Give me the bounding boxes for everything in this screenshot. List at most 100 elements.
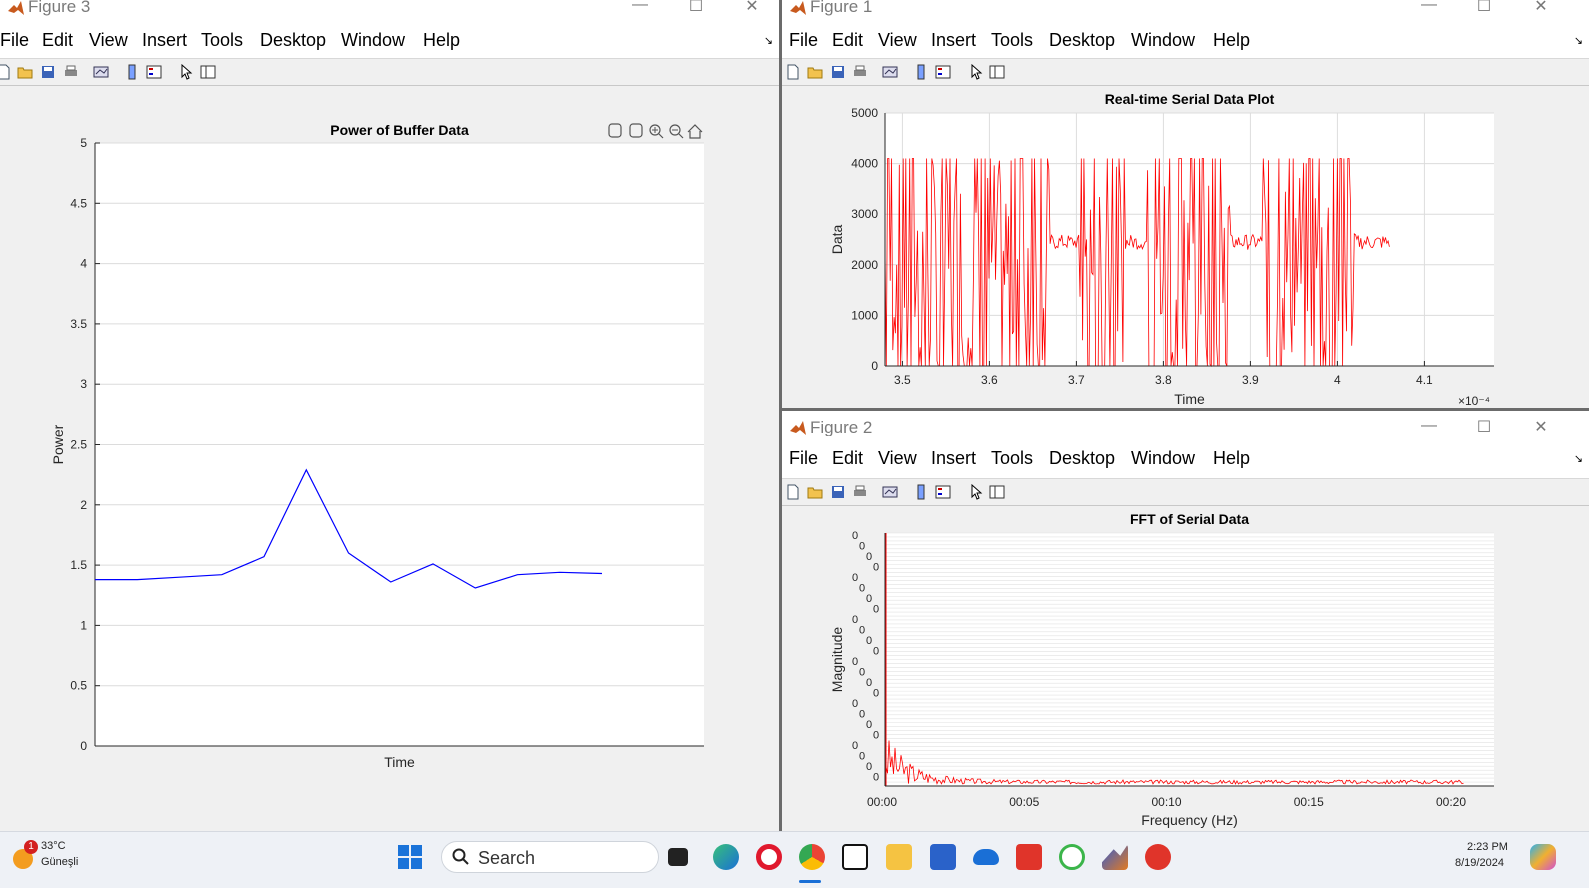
task-view-icon[interactable] bbox=[668, 848, 688, 866]
y-tick-label: 0 bbox=[866, 551, 872, 563]
menu-window[interactable]: Window bbox=[1131, 448, 1195, 469]
weather-widget[interactable]: 1 33°C Güneşli bbox=[10, 840, 100, 880]
power-chart[interactable]: 0 0.5 1 1.5 2 2.5 3 3.5 4 4.5 5 Power of Buffer Dat… bbox=[0, 86, 779, 831]
legend-icon[interactable] bbox=[935, 64, 951, 80]
fft-chart[interactable]: 00000000000000000000000000:00 00:05 00:10 0… bbox=[782, 506, 1589, 831]
figure3-titlebar[interactable]: Figure 3 — ☐ ✕ bbox=[0, 0, 779, 18]
menu-help[interactable]: Help bbox=[1213, 30, 1250, 51]
menu-view[interactable]: View bbox=[878, 448, 917, 469]
pan-icon[interactable] bbox=[629, 123, 643, 138]
menu-view[interactable]: View bbox=[89, 30, 128, 51]
pointer-icon[interactable] bbox=[178, 64, 194, 80]
property-editor-icon[interactable] bbox=[989, 64, 1005, 80]
wps-writer-icon[interactable] bbox=[1145, 844, 1171, 870]
new-figure-icon[interactable] bbox=[785, 64, 801, 80]
menu-window[interactable]: Window bbox=[1131, 30, 1195, 51]
colorbar-icon[interactable] bbox=[913, 484, 929, 500]
figure2-titlebar[interactable]: Figure 2 — ☐ ✕ bbox=[782, 411, 1589, 437]
maximize-icon[interactable]: ☐ bbox=[1474, 0, 1494, 16]
menu-edit[interactable]: Edit bbox=[42, 30, 73, 51]
minimize-icon[interactable]: — bbox=[630, 0, 650, 14]
taskbar-search[interactable]: Search bbox=[441, 841, 659, 873]
menu-help[interactable]: Help bbox=[423, 30, 460, 51]
close-icon[interactable]: ✕ bbox=[1531, 417, 1551, 437]
menu-tools[interactable]: Tools bbox=[201, 30, 243, 51]
copilot-icon[interactable] bbox=[1530, 844, 1556, 870]
zoom-in-icon[interactable] bbox=[649, 124, 664, 139]
x-tick-label: 3.6 bbox=[981, 373, 998, 387]
menu-view[interactable]: View bbox=[878, 30, 917, 51]
brush-icon[interactable] bbox=[608, 123, 622, 138]
menu-file[interactable]: File bbox=[789, 30, 818, 51]
zoom-out-icon[interactable] bbox=[669, 124, 684, 139]
expand-arrow-icon[interactable]: ↘ bbox=[1574, 34, 1583, 47]
menu-insert[interactable]: Insert bbox=[931, 448, 976, 469]
clock-date[interactable]: 8/19/2024 bbox=[1455, 857, 1504, 869]
open-file-icon[interactable] bbox=[807, 64, 823, 80]
property-editor-icon[interactable] bbox=[989, 484, 1005, 500]
menu-edit[interactable]: Edit bbox=[832, 448, 863, 469]
windows-start-icon[interactable] bbox=[397, 844, 423, 870]
open-file-icon[interactable] bbox=[807, 484, 823, 500]
expand-arrow-icon[interactable]: ↘ bbox=[1574, 452, 1583, 465]
menu-insert[interactable]: Insert bbox=[931, 30, 976, 51]
minimize-icon[interactable]: — bbox=[1419, 0, 1439, 14]
link-plot-icon[interactable] bbox=[93, 64, 109, 80]
menu-desktop[interactable]: Desktop bbox=[1049, 448, 1115, 469]
print-icon[interactable] bbox=[63, 64, 79, 80]
maximize-icon[interactable]: ☐ bbox=[686, 0, 706, 16]
taskbar: 1 33°C Güneşli Search 2:23 PM 8/19/2024 bbox=[0, 831, 1589, 888]
spinner-app-icon[interactable] bbox=[1059, 844, 1085, 870]
figure1-titlebar[interactable]: Figure 1 — ☐ ✕ bbox=[782, 0, 1589, 18]
link-plot-icon[interactable] bbox=[882, 64, 898, 80]
clock-time[interactable]: 2:23 PM bbox=[1467, 841, 1508, 853]
file-explorer-icon[interactable] bbox=[886, 844, 912, 870]
microsoft-store-icon[interactable] bbox=[930, 844, 956, 870]
colorbar-icon[interactable] bbox=[913, 64, 929, 80]
open-file-icon[interactable] bbox=[17, 64, 33, 80]
close-icon[interactable]: ✕ bbox=[1531, 0, 1551, 16]
home-icon[interactable] bbox=[687, 124, 703, 139]
y-tick-label: 4000 bbox=[851, 157, 878, 171]
menu-tools[interactable]: Tools bbox=[991, 448, 1033, 469]
colorbar-icon[interactable] bbox=[124, 64, 140, 80]
menu-file[interactable]: File bbox=[789, 448, 818, 469]
menu-window[interactable]: Window bbox=[341, 30, 405, 51]
notion-icon[interactable] bbox=[842, 844, 868, 870]
y-tick-label: 1.5 bbox=[70, 558, 87, 572]
save-icon[interactable] bbox=[40, 64, 56, 80]
link-plot-icon[interactable] bbox=[882, 484, 898, 500]
opera-icon[interactable] bbox=[756, 844, 782, 870]
save-icon[interactable] bbox=[830, 484, 846, 500]
close-icon[interactable]: ✕ bbox=[742, 0, 762, 16]
legend-icon[interactable] bbox=[146, 64, 162, 80]
serial-data-chart[interactable]: 0 1000 2000 3000 4000 5000 3.5 3.6 3.7 3.8 3.9 4 4.1… bbox=[782, 86, 1589, 408]
menu-edit[interactable]: Edit bbox=[832, 30, 863, 51]
print-icon[interactable] bbox=[852, 484, 868, 500]
print-icon[interactable] bbox=[852, 64, 868, 80]
new-figure-icon[interactable] bbox=[785, 484, 801, 500]
pointer-icon[interactable] bbox=[968, 484, 984, 500]
save-icon[interactable] bbox=[830, 64, 846, 80]
menu-tools[interactable]: Tools bbox=[991, 30, 1033, 51]
expand-arrow-icon[interactable]: ↘ bbox=[764, 34, 773, 47]
wps-office-icon[interactable] bbox=[1016, 844, 1042, 870]
menu-help[interactable]: Help bbox=[1213, 448, 1250, 469]
matlab-taskbar-icon[interactable] bbox=[1102, 844, 1128, 870]
y-tick-label: 0 bbox=[866, 719, 872, 731]
figure2-title: Figure 2 bbox=[810, 418, 873, 437]
onedrive-icon[interactable] bbox=[973, 849, 999, 865]
menu-insert[interactable]: Insert bbox=[142, 30, 187, 51]
figure3-title: Figure 3 bbox=[28, 0, 91, 16]
maximize-icon[interactable]: ☐ bbox=[1474, 417, 1494, 437]
minimize-icon[interactable]: — bbox=[1419, 417, 1439, 435]
menu-file[interactable]: File bbox=[0, 30, 29, 51]
new-figure-icon[interactable] bbox=[0, 64, 12, 80]
edge-icon[interactable] bbox=[713, 844, 739, 870]
pointer-icon[interactable] bbox=[968, 64, 984, 80]
menu-desktop[interactable]: Desktop bbox=[1049, 30, 1115, 51]
property-editor-icon[interactable] bbox=[200, 64, 216, 80]
legend-icon[interactable] bbox=[935, 484, 951, 500]
chrome-icon[interactable] bbox=[799, 844, 825, 870]
menu-desktop[interactable]: Desktop bbox=[260, 30, 326, 51]
